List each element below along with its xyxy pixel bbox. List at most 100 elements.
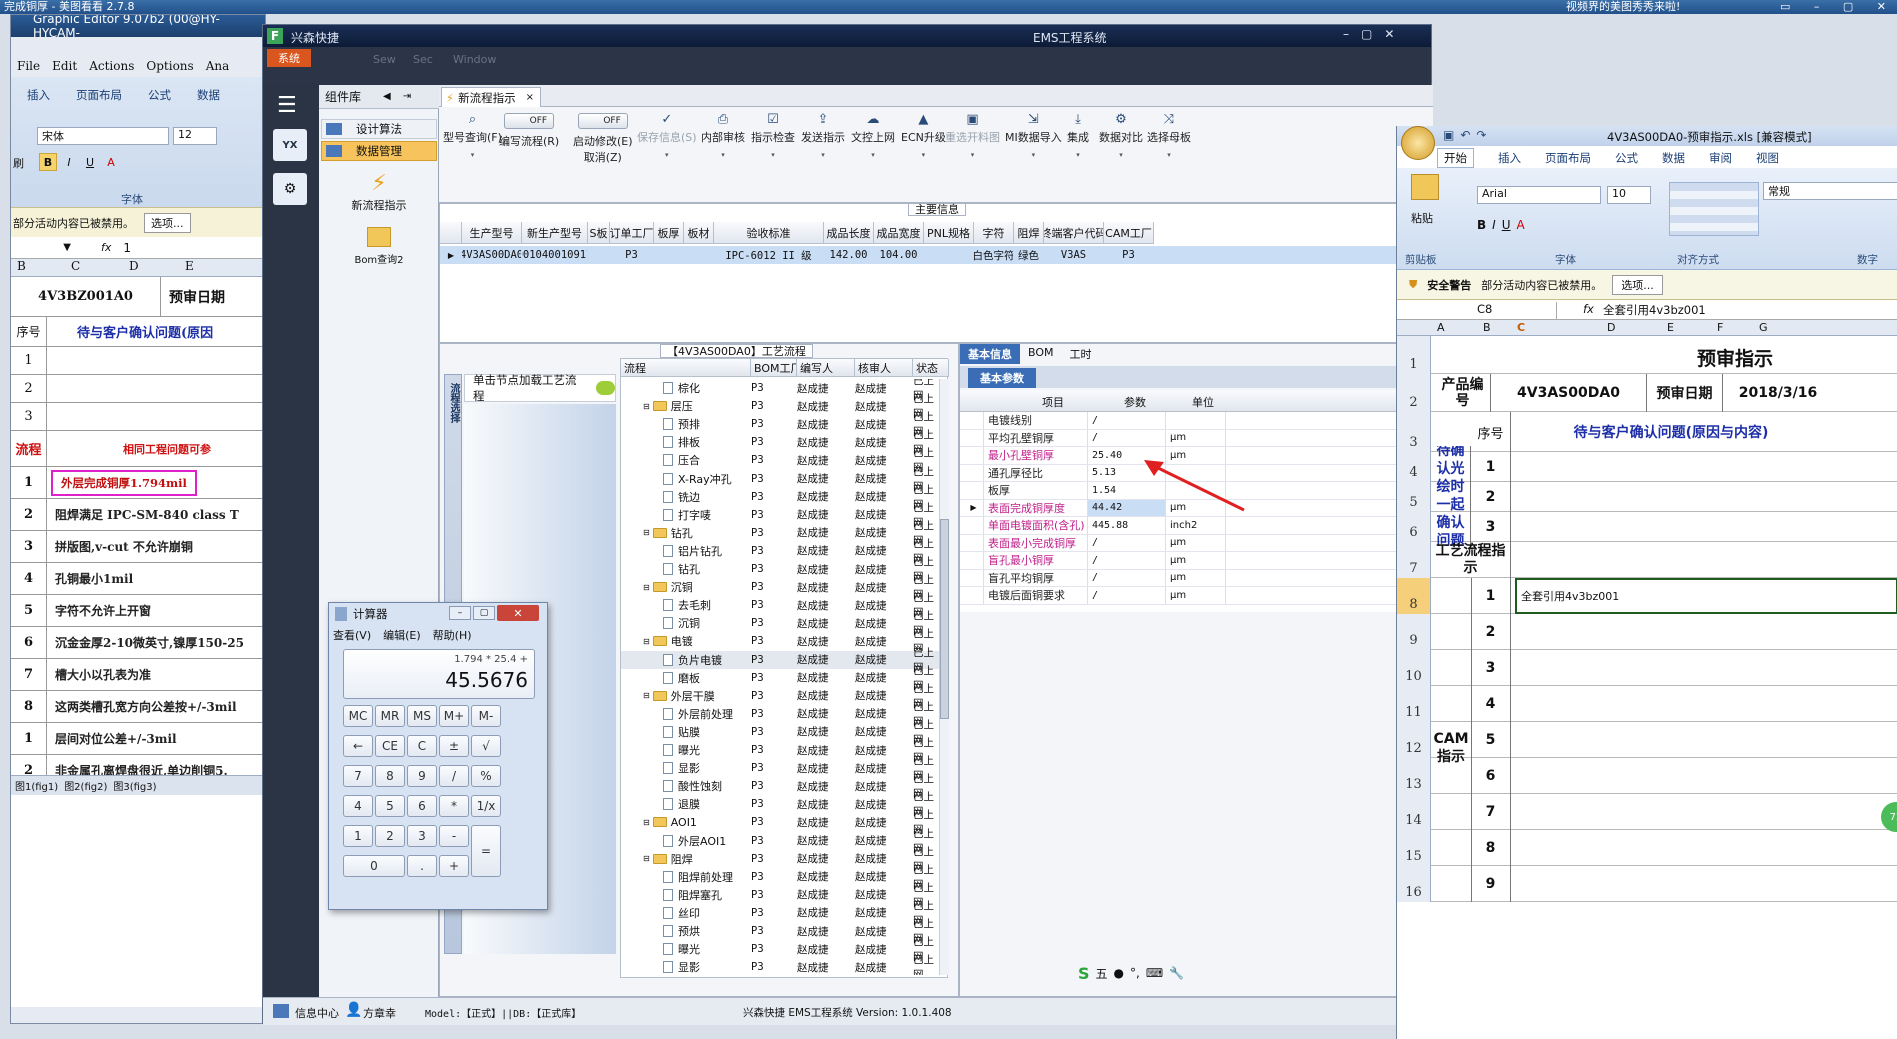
chevron-down-icon[interactable]: ▼: [11, 242, 71, 253]
tree-node[interactable]: 预烘: [663, 923, 700, 939]
ge-sheet-tab-3[interactable]: 图3(fig3): [113, 778, 156, 793]
tree-row[interactable]: 显影P3赵成捷赵成捷已上网: [621, 755, 939, 782]
xl-cell-c8[interactable]: 全套引用4v3bz001: [1515, 578, 1897, 614]
xl-seq-number[interactable]: 7: [1471, 794, 1511, 830]
ge-sheet-tab-2[interactable]: 图2(fig2): [64, 778, 107, 793]
toolbar-item-3[interactable]: ✓ 保存信息(S) ▾: [637, 113, 697, 160]
tree-node[interactable]: 外层前处理: [663, 706, 733, 722]
tree-row[interactable]: 酸性蚀刻 P3 赵成捷 赵成捷 已上网: [621, 773, 939, 800]
tree-row[interactable]: 丝印 P3 赵成捷 赵成捷 已上网: [621, 900, 939, 927]
tree-row[interactable]: ⊟ 外层干膜 P3 赵成捷 赵成捷 已上网: [621, 683, 939, 710]
tree-row[interactable]: ⊟ 层压 P3 赵成捷 赵成捷 已上网: [621, 393, 939, 420]
xl-row-header[interactable]: 2: [1397, 374, 1431, 412]
tree-node[interactable]: ⊟ AOI1: [643, 816, 697, 829]
chevron-down-icon[interactable]: ▾: [771, 151, 775, 159]
xl-row-header[interactable]: 9: [1397, 614, 1431, 650]
tree-node[interactable]: 显影: [663, 760, 700, 776]
tree-col-header[interactable]: BOM工厂: [751, 359, 797, 377]
collapse-icon[interactable]: ⊟: [643, 637, 650, 646]
bom-module-icon[interactable]: ⚙: [273, 173, 307, 205]
xl-seq-number[interactable]: 2: [1471, 614, 1511, 650]
ge-tab-insert[interactable]: 插入: [27, 87, 50, 103]
main-cell[interactable]: [924, 246, 974, 264]
calc-key[interactable]: MS: [407, 705, 437, 727]
main-cell[interactable]: 绿色: [1014, 246, 1044, 264]
xl-col-header[interactable]: C: [1517, 321, 1525, 334]
param-value[interactable]: /: [1088, 587, 1166, 604]
xl-seq-number[interactable]: 1: [1471, 578, 1511, 614]
main-col-header[interactable]: 成品宽度: [874, 222, 924, 244]
tab-bom[interactable]: BOM: [1020, 344, 1062, 364]
chevron-down-icon[interactable]: ▾: [1167, 151, 1171, 159]
main-col-header[interactable]: 生产型号: [462, 222, 522, 244]
collapse-icon[interactable]: ⊟: [643, 402, 650, 411]
calc-key[interactable]: 2: [375, 825, 405, 847]
tree-row[interactable]: 贴膜 P3 赵成捷 赵成捷 已上网: [621, 719, 939, 746]
xl-tab-formula[interactable]: 公式: [1615, 150, 1638, 166]
italic-icon[interactable]: I: [60, 153, 78, 171]
tree-row[interactable]: 预排 P3 赵成捷 赵成捷 已上网: [621, 411, 939, 438]
tree-col-header[interactable]: 核审人: [855, 359, 913, 377]
tree-row[interactable]: 去毛刺 P3 赵成捷 赵成捷 已上网: [621, 592, 939, 619]
xl-tab-layout[interactable]: 页面布局: [1545, 150, 1591, 166]
main-cell[interactable]: V3AS: [1044, 246, 1104, 264]
tree-node[interactable]: 显影: [663, 959, 700, 975]
name-box[interactable]: C8: [1397, 302, 1557, 319]
main-cell[interactable]: 4V3AS00DA0: [462, 246, 522, 264]
ge-col-c[interactable]: C: [71, 259, 80, 273]
ge-sheet-tab-1[interactable]: 图1(fig1): [15, 778, 58, 793]
tree-row[interactable]: 曝光 P3 赵成捷 赵成捷 已上网: [621, 936, 939, 963]
xl-font-size-select[interactable]: 10: [1607, 186, 1651, 204]
close-icon[interactable]: ×: [526, 92, 534, 103]
bold-icon[interactable]: B: [1477, 218, 1486, 232]
calc-key[interactable]: 0: [343, 855, 405, 877]
calc-key[interactable]: +: [439, 855, 469, 877]
xl-issue-header[interactable]: 待与客户确认问题(原因与内容): [1511, 412, 1831, 452]
ge-tab-data[interactable]: 数据: [197, 87, 220, 103]
calc-key[interactable]: 1/x: [471, 795, 501, 817]
ge-tab-layout[interactable]: 页面布局: [76, 87, 122, 103]
calc-key[interactable]: CE: [375, 735, 405, 757]
param-row[interactable]: 平均孔壁铜厚 / μm: [960, 429, 1434, 447]
yx-module-icon[interactable]: YX: [273, 129, 307, 161]
calc-key[interactable]: %: [471, 765, 501, 787]
toolbar-item-8[interactable]: ▲ ECN升级 ▾: [901, 113, 946, 160]
calc-key[interactable]: ←: [343, 735, 373, 757]
wrench-icon[interactable]: 🔧: [1169, 966, 1184, 980]
calc-key[interactable]: MC: [343, 705, 373, 727]
collapse-icon[interactable]: ⊟: [643, 818, 650, 827]
ge-tab-formula[interactable]: 公式: [148, 87, 171, 103]
tree-row[interactable]: 负片电镀 P3 赵成捷 赵成捷 已上网: [621, 647, 939, 674]
alignment-icon[interactable]: [1669, 182, 1759, 236]
param-value[interactable]: /: [1088, 569, 1166, 586]
ime-mode[interactable]: 五: [1096, 965, 1108, 982]
tree-node[interactable]: ⊟ 电镀: [643, 633, 693, 649]
xl-seq-number[interactable]: 5: [1471, 722, 1511, 758]
toolbar-item-0[interactable]: ⌕ 型号查询(F) ▾: [443, 113, 502, 160]
tree-row[interactable]: 阻焊前处理 P3 赵成捷 赵成捷 已上网: [621, 864, 939, 891]
tree-row[interactable]: 棕化 P3 赵成捷 赵成捷 已上网: [621, 379, 939, 402]
pin-icon[interactable]: ⇥: [403, 91, 411, 102]
keyboard-icon[interactable]: ⌨: [1146, 966, 1163, 980]
arrow-left-icon[interactable]: ◀: [383, 91, 391, 102]
xl-row-header[interactable]: 7: [1397, 542, 1431, 578]
xl-title-cell[interactable]: 预审指示: [1697, 344, 1773, 371]
toolbar-item-7[interactable]: ☁ 文控上网 ▾: [851, 113, 895, 160]
param-value[interactable]: /: [1088, 429, 1166, 446]
font-color-icon[interactable]: A: [1517, 218, 1525, 232]
italic-icon[interactable]: I: [1492, 218, 1496, 232]
calc-key[interactable]: =: [471, 825, 501, 877]
calc-key[interactable]: 9: [407, 765, 437, 787]
xl-col-header[interactable]: F: [1717, 321, 1723, 334]
tree-node[interactable]: ⊟ 沉铜: [643, 579, 693, 595]
xl-row-header[interactable]: 14: [1397, 794, 1431, 830]
tree-row[interactable]: 钻孔 P3 赵成捷 赵成捷 已上网: [621, 556, 939, 583]
xl-seq-number[interactable]: 3: [1471, 650, 1511, 686]
toolbar-item-10[interactable]: ⇲ MI数据导入 ▾: [1005, 113, 1062, 160]
tree-row[interactable]: 打字唛 P3 赵成捷 赵成捷 已上网: [621, 502, 939, 529]
tree-col-header[interactable]: 流程: [621, 359, 751, 377]
office-button-icon[interactable]: [1401, 126, 1435, 160]
main-col-header[interactable]: 阻焊: [1014, 222, 1044, 244]
main-col-header[interactable]: 新生产型号: [522, 222, 588, 244]
param-row[interactable]: 盲孔平均铜厚 / μm: [960, 569, 1434, 587]
